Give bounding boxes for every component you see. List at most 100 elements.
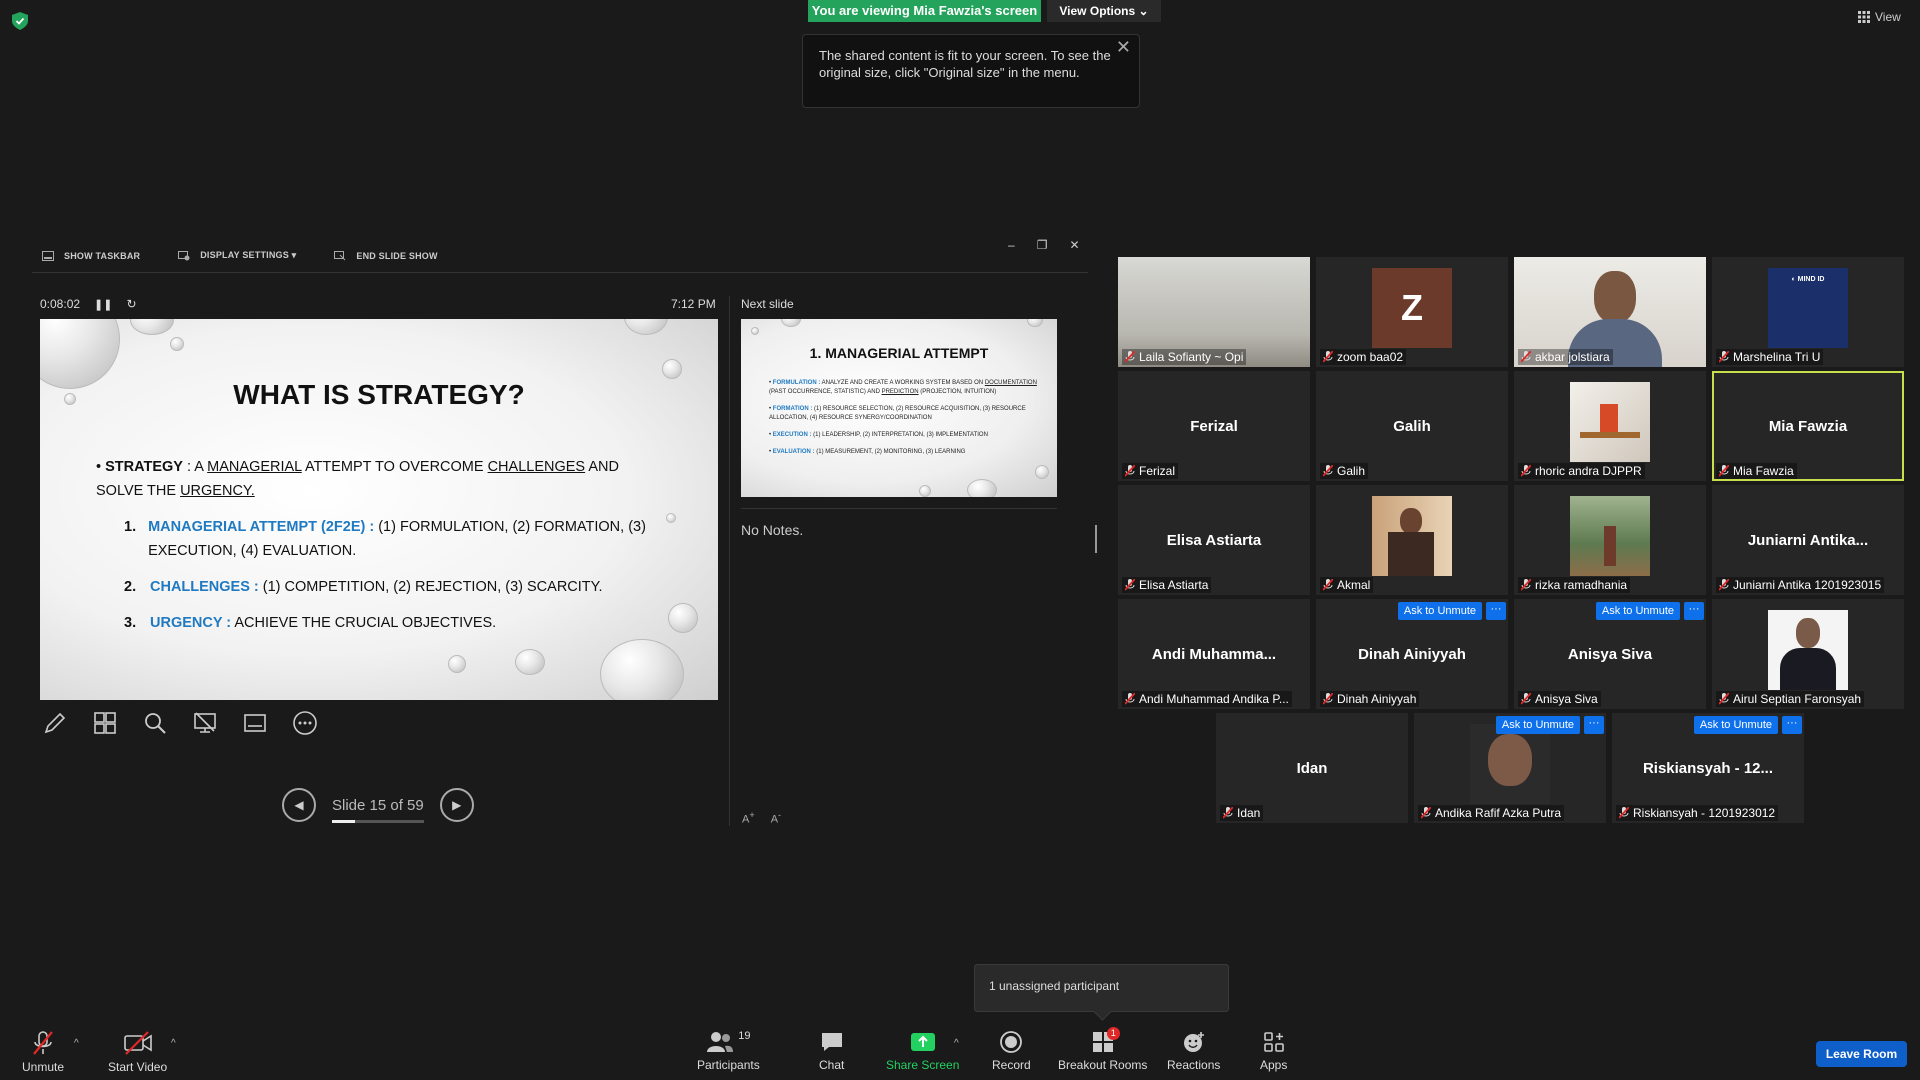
breakout-badge: 1	[1106, 1027, 1120, 1040]
close-icon[interactable]: ✕	[1116, 38, 1131, 56]
participant-tile[interactable]: Andika Rafif Azka Putra Ask to Unmute ···	[1414, 713, 1606, 823]
participant-name-label: Riskiansyah - 1201923012	[1616, 805, 1779, 821]
participant-tile[interactable]: Mia Fawzia Mia Fawzia	[1712, 371, 1904, 481]
close-window-icon[interactable]: ✕	[1069, 238, 1079, 252]
view-label: View	[1875, 10, 1901, 24]
pen-icon[interactable]	[42, 710, 68, 736]
participant-tile[interactable]: akbar jolstiara	[1514, 257, 1706, 367]
minimize-icon[interactable]: –	[1008, 238, 1015, 252]
start-video-button[interactable]: Start Video	[108, 1030, 167, 1074]
muted-mic-icon	[1322, 692, 1334, 705]
participant-name-label: Mia Fawzia	[1716, 463, 1797, 479]
participant-tile[interactable]: Juniarni Antika... Juniarni Antika 120192…	[1712, 485, 1904, 595]
reactions-button[interactable]: Reactions	[1167, 1030, 1220, 1072]
zoom-magnifier-icon[interactable]	[142, 710, 168, 736]
presenter-toolbar: SHOW TASKBAR DISPLAY SETTINGS ▾ END SLID…	[42, 250, 438, 261]
participant-tile[interactable]: Anisya Siva Anisya Siva Ask to Unmute ···	[1514, 599, 1706, 709]
next-slide-button[interactable]: ▶	[439, 788, 474, 822]
unmute-label: Unmute	[22, 1060, 65, 1074]
start-video-label: Start Video	[108, 1060, 168, 1074]
participant-tile[interactable]: rizka ramadhania	[1514, 485, 1706, 595]
restore-icon[interactable]: ❐	[1037, 238, 1048, 252]
more-options-button[interactable]: ···	[1684, 602, 1704, 620]
participant-tile[interactable]: Zzoom baa02	[1316, 257, 1508, 367]
black-screen-icon[interactable]	[192, 710, 218, 736]
participant-tile[interactable]: Dinah Ainiyyah Dinah Ainiyyah Ask to Unmut…	[1316, 599, 1508, 709]
participant-tile[interactable]: Airul Septian Faronsyah	[1712, 599, 1904, 709]
participant-name-label: zoom baa02	[1320, 349, 1407, 365]
decrease-font-icon[interactable]: A-	[771, 810, 781, 826]
participant-name-label: rizka ramadhania	[1518, 577, 1631, 593]
reactions-label: Reactions	[1167, 1058, 1221, 1072]
increase-font-icon[interactable]: A+	[742, 810, 755, 826]
participant-name-label: akbar jolstiara	[1518, 349, 1613, 365]
previous-slide-button[interactable]: ◀	[282, 788, 316, 822]
muted-mic-icon	[1520, 692, 1532, 705]
next-slide-preview[interactable]: 1. MANAGERIAL ATTEMPT • FORMULATION : AN…	[741, 319, 1057, 497]
reset-timer-icon[interactable]: ↻	[126, 297, 136, 311]
ask-to-unmute-button[interactable]: Ask to Unmute	[1495, 716, 1580, 734]
participant-tile[interactable]: Ferizal Ferizal	[1118, 371, 1310, 481]
participant-name-label: Marshelina Tri U	[1716, 349, 1824, 365]
view-options-button[interactable]: View Options ⌄	[1047, 0, 1161, 22]
more-options-icon[interactable]	[292, 710, 318, 736]
more-options-button[interactable]: ···	[1584, 716, 1604, 734]
slide-counter: Slide 15 of 59	[332, 797, 424, 823]
share-screen-button[interactable]: Share Screen	[886, 1030, 959, 1072]
share-options-caret[interactable]: ^	[954, 1038, 959, 1049]
show-taskbar-button[interactable]: SHOW TASKBAR	[42, 250, 140, 261]
participant-tile[interactable]: Akmal	[1316, 485, 1508, 595]
arrow-right-icon: ▶	[452, 798, 462, 812]
chat-label: Chat	[819, 1058, 845, 1072]
participant-tile[interactable]: Idan Idan	[1216, 713, 1408, 823]
unmute-button[interactable]: Unmute	[22, 1030, 64, 1074]
subtitles-icon[interactable]	[242, 710, 268, 736]
ask-to-unmute-button[interactable]: Ask to Unmute	[1397, 602, 1482, 620]
slide-navigation: ◀ Slide 15 of 59 ▶	[282, 788, 474, 823]
apps-button[interactable]: Apps	[1260, 1030, 1287, 1072]
see-all-slides-icon[interactable]	[92, 710, 118, 736]
security-shield-icon[interactable]	[12, 12, 28, 30]
muted-mic-icon	[1718, 464, 1730, 477]
participants-label: Participants	[697, 1058, 760, 1072]
participant-tile[interactable]: rhoric andra DJPPR	[1514, 371, 1706, 481]
participant-tile[interactable]: ◐ MIND ID Marshelina Tri U	[1712, 257, 1904, 367]
participant-tile[interactable]: Elisa Astiarta Elisa Astiarta	[1118, 485, 1310, 595]
muted-mic-icon	[1322, 578, 1334, 591]
muted-mic-icon	[1718, 692, 1730, 705]
record-button[interactable]: Record	[992, 1030, 1031, 1072]
slide-timer: 0:08:02 ❚❚ ↻	[40, 297, 137, 311]
muted-mic-icon	[1124, 578, 1136, 591]
unassigned-participant-popup[interactable]: 1 unassigned participant	[974, 964, 1229, 1012]
participant-name-label: Andi Muhammad Andika P...	[1122, 691, 1292, 707]
resize-handle[interactable]	[1095, 525, 1097, 553]
breakout-rooms-button[interactable]: 1 Breakout Rooms	[1058, 1027, 1147, 1072]
display-settings-button[interactable]: DISPLAY SETTINGS ▾	[178, 250, 296, 261]
muted-mic-icon	[1520, 350, 1532, 363]
participant-tile[interactable]: Laila Sofianty ~ Opi	[1118, 257, 1310, 367]
slide-title: WHAT IS STRATEGY?	[233, 379, 525, 410]
ask-to-unmute-button[interactable]: Ask to Unmute	[1693, 716, 1778, 734]
apps-icon	[1263, 1032, 1284, 1052]
share-screen-icon	[910, 1033, 935, 1051]
ask-to-unmute-button[interactable]: Ask to Unmute	[1595, 602, 1680, 620]
leave-room-button[interactable]: Leave Room	[1816, 1041, 1907, 1067]
video-options-caret[interactable]: ^	[171, 1038, 176, 1049]
end-slide-show-button[interactable]: END SLIDE SHOW	[334, 250, 437, 261]
participant-tile[interactable]: Galih Galih	[1316, 371, 1508, 481]
audio-options-caret[interactable]: ^	[74, 1038, 79, 1049]
muted-mic-icon	[1124, 350, 1136, 363]
muted-mic-icon	[1124, 464, 1136, 477]
participant-tile[interactable]: Andi Muhamma... Andi Muhammad Andika P...	[1118, 599, 1310, 709]
clock-time: 7:12 PM	[671, 297, 716, 311]
notes-font-controls: A+ A-	[742, 810, 781, 826]
elapsed-time: 0:08:02	[40, 297, 81, 311]
participants-button[interactable]: 19 Participants	[697, 1030, 760, 1072]
pause-icon[interactable]: ❚❚	[94, 298, 112, 311]
view-button[interactable]: View	[1858, 10, 1901, 24]
more-options-button[interactable]: ···	[1782, 716, 1802, 734]
more-options-button[interactable]: ···	[1486, 602, 1506, 620]
next-slide-label: Next slide	[741, 297, 794, 311]
participant-tile[interactable]: Riskiansyah - 12... Riskiansyah - 1201923…	[1612, 713, 1804, 823]
chat-button[interactable]: Chat	[819, 1030, 844, 1072]
